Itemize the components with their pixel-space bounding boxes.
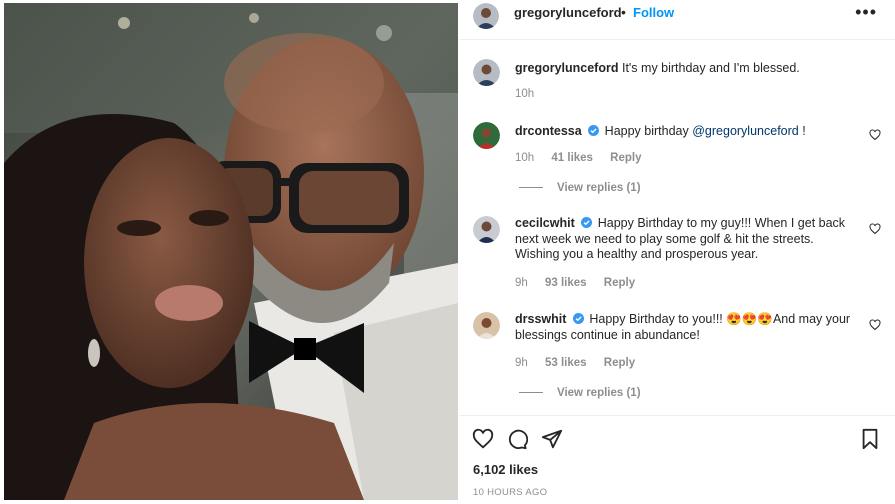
mention-link[interactable]: @gregorylunceford [692, 124, 799, 138]
comment-text: cecilcwhit Happy Birthday to my guy!!! W… [515, 216, 860, 263]
comment-username[interactable]: cecilcwhit [515, 216, 575, 230]
share-paper-plane-icon[interactable] [541, 428, 563, 450]
comment-time: 10h [515, 152, 535, 164]
comment-text: drsswhit Happy Birthday to you!!! 😍😍😍And… [515, 312, 855, 343]
caption-avatar[interactable] [473, 59, 500, 86]
comment-meta: 9h 53 likes Reply [515, 357, 649, 369]
caption-time: 10h [515, 88, 535, 100]
post-actions-bar: 6,102 likes 10 HOURS AGO [459, 415, 895, 504]
post-side-panel: gregorylunceford • Follow ••• gregorylun… [459, 0, 895, 503]
caption-body: It's my birthday and I'm blessed. [618, 61, 800, 75]
couple-selfie-image [4, 3, 458, 500]
reply-button[interactable]: Reply [610, 152, 641, 164]
like-comment-heart-icon[interactable] [869, 129, 881, 141]
view-replies-button[interactable]: View replies (1) [519, 387, 641, 399]
instagram-post-window: gregorylunceford • Follow ••• gregorylun… [0, 0, 895, 503]
caption-text: gregorylunceford It's my birthday and I'… [515, 61, 855, 77]
like-comment-heart-icon[interactable] [869, 223, 881, 235]
replies-divider [519, 187, 543, 188]
heart-eyes-emoji: 😍😍😍 [726, 312, 773, 326]
save-bookmark-icon[interactable] [859, 428, 881, 450]
reply-button[interactable]: Reply [604, 357, 635, 369]
comment-body: Happy birthday [604, 124, 693, 138]
like-heart-icon[interactable] [472, 428, 494, 450]
comment-likes[interactable]: 53 likes [545, 357, 587, 369]
view-replies-label[interactable]: View replies (1) [557, 387, 641, 399]
comment-likes[interactable]: 41 likes [551, 152, 593, 164]
like-comment-heart-icon[interactable] [869, 319, 881, 331]
more-options-icon[interactable]: ••• [855, 2, 877, 23]
post-header: gregorylunceford • Follow ••• [459, 0, 895, 40]
view-replies-button[interactable]: View replies (1) [519, 182, 641, 194]
commenter-avatar[interactable] [473, 122, 500, 149]
caption-username[interactable]: gregorylunceford [515, 61, 619, 75]
comment-body-end: ! [798, 124, 806, 138]
follow-button[interactable]: Follow [633, 5, 674, 20]
replies-divider [519, 392, 543, 393]
commenter-avatar[interactable] [473, 312, 500, 339]
post-likes-count[interactable]: 6,102 likes [473, 462, 538, 477]
view-replies-label[interactable]: View replies (1) [557, 182, 641, 194]
separator-dot: • [621, 4, 626, 20]
comment-likes[interactable]: 93 likes [545, 277, 587, 289]
comment-username[interactable]: drsswhit [515, 312, 566, 326]
author-avatar[interactable] [473, 3, 499, 29]
comment-bubble-icon[interactable] [506, 428, 528, 450]
post-photo[interactable] [4, 3, 458, 500]
post-timestamp: 10 HOURS AGO [473, 487, 548, 498]
verified-badge-icon [581, 217, 593, 228]
comment-time: 9h [515, 357, 528, 369]
comment-username[interactable]: drcontessa [515, 124, 582, 138]
verified-badge-icon [572, 313, 584, 324]
commenter-avatar[interactable] [473, 216, 500, 243]
comment-meta: 9h 93 likes Reply [515, 277, 649, 289]
comment-text: drcontessa Happy birthday @gregoryluncef… [515, 124, 855, 140]
verified-badge-icon [588, 125, 600, 136]
comment-body: Happy Birthday to you!!! [589, 312, 727, 326]
author-username[interactable]: gregorylunceford [514, 5, 622, 20]
comment-meta: 10h 41 likes Reply [515, 152, 656, 164]
caption-meta: 10h [515, 88, 548, 100]
comment-time: 9h [515, 277, 528, 289]
reply-button[interactable]: Reply [604, 277, 635, 289]
